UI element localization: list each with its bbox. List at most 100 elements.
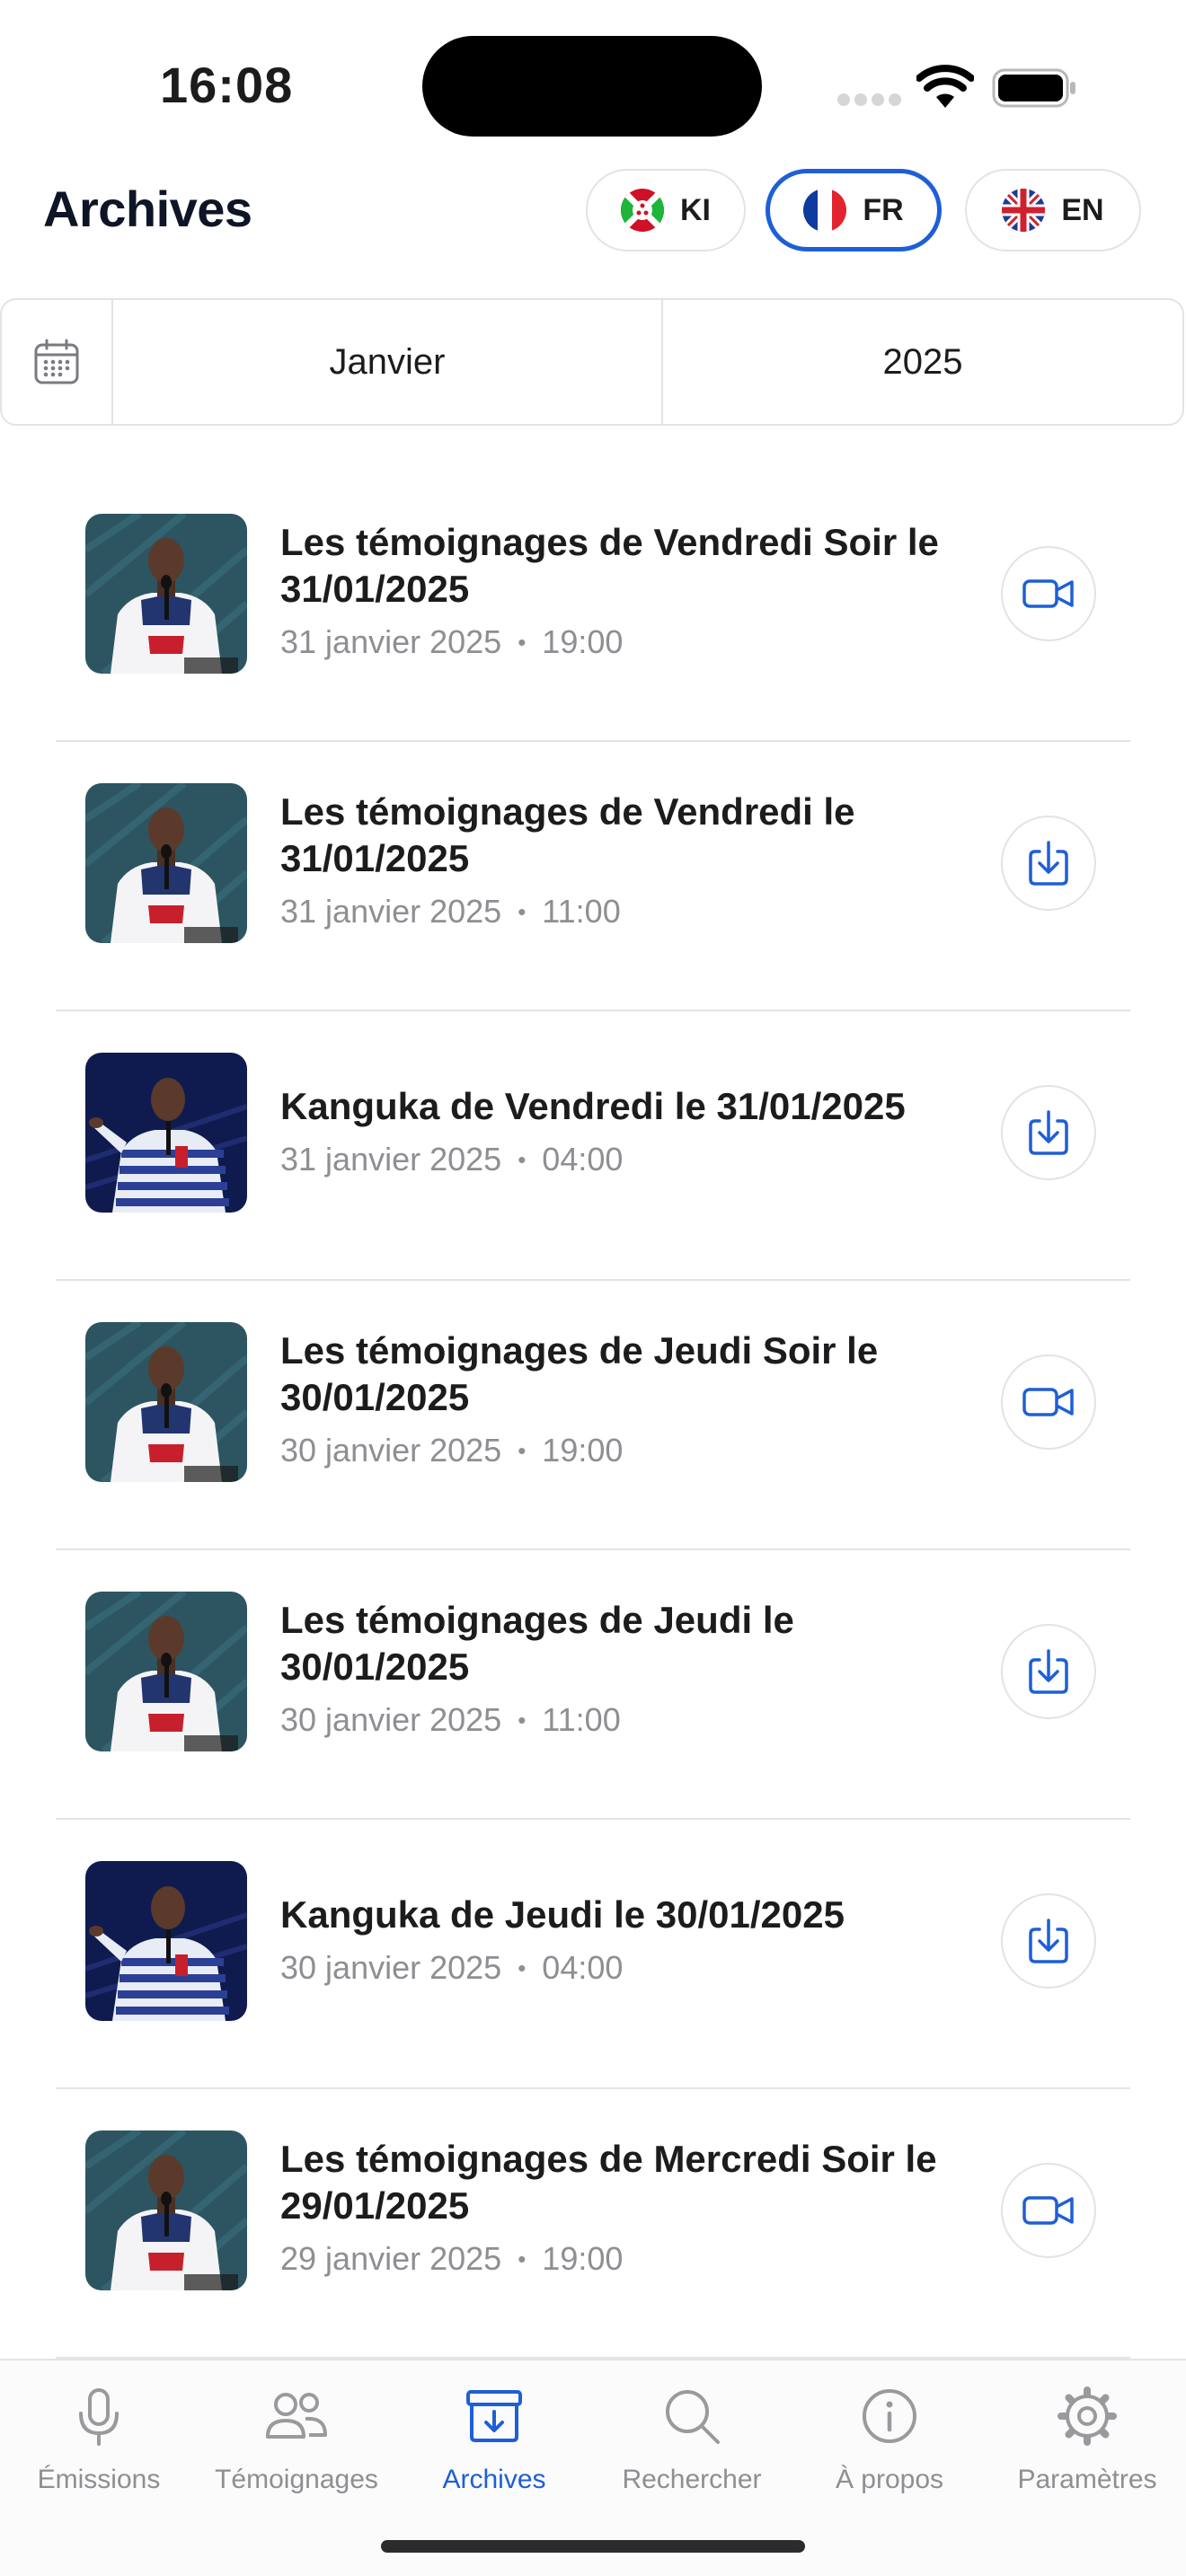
item-meta: 30 janvier 2025 • 04:00 bbox=[280, 1949, 624, 1986]
tab-label: Paramètres bbox=[1017, 2465, 1157, 2494]
item-time: 04:00 bbox=[542, 1141, 624, 1178]
language-fr-button[interactable]: FR bbox=[766, 169, 942, 251]
download-icon bbox=[1026, 839, 1071, 887]
item-meta: 31 janvier 2025 • 19:00 bbox=[280, 623, 624, 660]
download-button[interactable] bbox=[1001, 1085, 1096, 1180]
watch-video-button[interactable] bbox=[1001, 546, 1096, 641]
item-title: Les témoignages de Jeudi Soir le 30/01/2… bbox=[280, 1329, 879, 1418]
item-text: Kanguka de Vendredi le 31/01/2025 31 jan… bbox=[280, 1083, 972, 1178]
list-item[interactable]: Les témoignages de Jeudi Soir le 30/01/2… bbox=[0, 1281, 1186, 1550]
tab-a-propos[interactable]: À propos bbox=[791, 2360, 988, 2576]
download-icon bbox=[1026, 1647, 1071, 1696]
item-text: Les témoignages de Jeudi Soir le 30/01/2… bbox=[280, 1328, 972, 1469]
language-en-button[interactable]: EN bbox=[965, 169, 1141, 251]
month-selector[interactable]: Janvier bbox=[113, 300, 663, 424]
item-text: Les témoignages de Mercredi Soir le 29/0… bbox=[280, 2136, 972, 2278]
date-filter-bar: Janvier 2025 bbox=[0, 298, 1184, 426]
item-title: Kanguka de Jeudi le 30/01/2025 bbox=[280, 1893, 845, 1936]
language-label: EN bbox=[1061, 192, 1104, 227]
search-icon bbox=[666, 2390, 720, 2444]
microphone-icon bbox=[79, 2388, 119, 2446]
tab-temoignages[interactable]: Témoignages bbox=[198, 2360, 395, 2576]
gear-icon bbox=[1058, 2386, 1117, 2446]
home-indicator bbox=[381, 2540, 805, 2553]
download-icon bbox=[1026, 1108, 1071, 1157]
status-time: 16:08 bbox=[160, 57, 294, 113]
tab-label: Témoignages bbox=[215, 2465, 378, 2494]
item-meta: 30 janvier 2025 • 19:00 bbox=[280, 1432, 624, 1469]
info-icon bbox=[863, 2389, 916, 2443]
speaker-thumbnail bbox=[85, 783, 247, 943]
speaker-thumbnail bbox=[85, 1592, 247, 1751]
people-icon bbox=[266, 2393, 327, 2439]
item-date: 29 janvier 2025 bbox=[280, 2240, 502, 2277]
item-date: 30 janvier 2025 bbox=[280, 1949, 502, 1986]
calendar-icon bbox=[34, 339, 79, 384]
item-date: 30 janvier 2025 bbox=[280, 1432, 502, 1469]
download-button[interactable] bbox=[1001, 1893, 1096, 1989]
speaker-thumbnail bbox=[85, 2130, 247, 2290]
status-bar: 16:08 bbox=[0, 0, 1186, 153]
list-item[interactable]: Les témoignages de Jeudi le 30/01/2025 3… bbox=[0, 1550, 1186, 1820]
year-selector[interactable]: 2025 bbox=[663, 300, 1182, 424]
archive-list: Les témoignages de Vendredi Soir le 31/0… bbox=[0, 472, 1186, 2359]
tab-label: Émissions bbox=[37, 2465, 161, 2494]
item-text: Les témoignages de Jeudi le 30/01/2025 3… bbox=[280, 1597, 972, 1739]
item-title: Les témoignages de Vendredi Soir le 31/0… bbox=[280, 521, 939, 610]
item-meta: 30 janvier 2025 • 11:00 bbox=[280, 1701, 621, 1738]
item-date: 31 janvier 2025 bbox=[280, 893, 502, 930]
watch-video-button[interactable] bbox=[1001, 1354, 1096, 1450]
tab-label: Rechercher bbox=[622, 2465, 762, 2494]
language-label: KI bbox=[680, 192, 711, 227]
tab-emissions[interactable]: Émissions bbox=[0, 2360, 198, 2576]
download-button[interactable] bbox=[1001, 816, 1096, 911]
item-meta: 29 janvier 2025 • 19:00 bbox=[280, 2240, 624, 2277]
calendar-button[interactable] bbox=[2, 300, 113, 424]
item-text: Kanguka de Jeudi le 30/01/2025 30 janvie… bbox=[280, 1892, 972, 1987]
item-date: 31 janvier 2025 bbox=[280, 623, 502, 660]
tab-label: Archives bbox=[442, 2465, 546, 2494]
burundi-flag-icon bbox=[621, 189, 664, 232]
item-meta: 31 janvier 2025 • 04:00 bbox=[280, 1141, 624, 1178]
list-item[interactable]: Les témoignages de Vendredi Soir le 31/0… bbox=[0, 472, 1186, 742]
item-meta: 31 janvier 2025 • 11:00 bbox=[280, 893, 621, 930]
item-time: 19:00 bbox=[542, 1432, 624, 1469]
item-text: Les témoignages de Vendredi Soir le 31/0… bbox=[280, 519, 972, 661]
page-title: Archives bbox=[43, 181, 252, 237]
list-item[interactable]: Les témoignages de Mercredi Soir le 29/0… bbox=[0, 2089, 1186, 2359]
france-flag-icon bbox=[803, 189, 847, 232]
item-date: 30 janvier 2025 bbox=[280, 1701, 502, 1738]
list-item[interactable]: Kanguka de Vendredi le 31/01/2025 31 jan… bbox=[0, 1011, 1186, 1281]
list-item[interactable]: Les témoignages de Vendredi le 31/01/202… bbox=[0, 742, 1186, 1011]
item-time: 11:00 bbox=[542, 893, 621, 930]
dynamic-island bbox=[422, 36, 762, 137]
uk-flag-icon bbox=[1002, 189, 1046, 232]
video-icon bbox=[1022, 1384, 1075, 1420]
language-label: FR bbox=[863, 192, 904, 227]
item-title: Les témoignages de Vendredi le 31/01/202… bbox=[280, 790, 855, 879]
language-ki-button[interactable]: KI bbox=[586, 169, 746, 251]
download-button[interactable] bbox=[1001, 1624, 1096, 1719]
cellular-signal-icon bbox=[837, 93, 901, 108]
tab-label: À propos bbox=[835, 2465, 944, 2494]
item-title: Les témoignages de Jeudi le 30/01/2025 bbox=[280, 1599, 794, 1688]
download-icon bbox=[1026, 1917, 1071, 1965]
tab-parametres[interactable]: Paramètres bbox=[988, 2360, 1186, 2576]
item-date: 31 janvier 2025 bbox=[280, 1141, 502, 1178]
speaker-thumbnail bbox=[85, 1861, 247, 2021]
watch-video-button[interactable] bbox=[1001, 2163, 1096, 2258]
speaker-thumbnail bbox=[85, 514, 247, 674]
video-icon bbox=[1022, 2192, 1075, 2228]
speaker-thumbnail bbox=[85, 1322, 247, 1482]
archive-box-icon bbox=[466, 2390, 522, 2442]
video-icon bbox=[1022, 576, 1075, 612]
item-time: 04:00 bbox=[542, 1949, 624, 1986]
item-time: 11:00 bbox=[542, 1701, 621, 1738]
list-item[interactable]: Kanguka de Jeudi le 30/01/2025 30 janvie… bbox=[0, 1820, 1186, 2089]
wifi-icon bbox=[916, 65, 974, 108]
item-title: Les témoignages de Mercredi Soir le 29/0… bbox=[280, 2138, 937, 2227]
item-time: 19:00 bbox=[542, 2240, 624, 2277]
item-time: 19:00 bbox=[542, 623, 624, 660]
battery-icon bbox=[992, 68, 1075, 108]
item-text: Les témoignages de Vendredi le 31/01/202… bbox=[280, 789, 972, 931]
